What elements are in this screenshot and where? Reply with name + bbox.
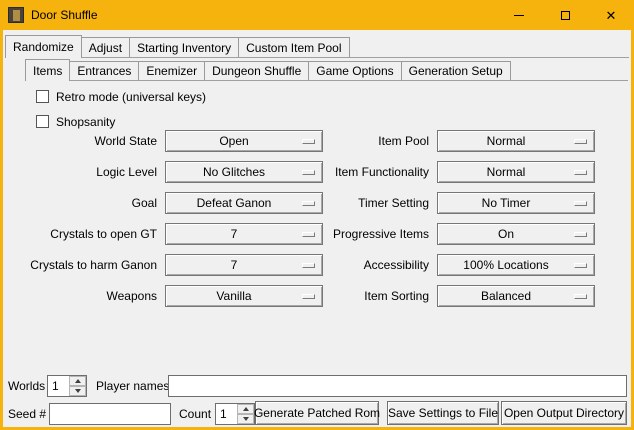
worlds-spin-down-icon[interactable] xyxy=(69,386,86,396)
accessibility-dropdown[interactable]: 100% Locations xyxy=(437,254,595,276)
crystals-harm-ganon-label: Crystals to harm Ganon xyxy=(7,258,165,272)
world-state-label: World State xyxy=(7,134,165,148)
world-state-value: Open xyxy=(219,134,268,148)
worlds-label: Worlds xyxy=(8,379,45,393)
weapons-value: Vanilla xyxy=(216,289,271,303)
tab-game-options[interactable]: Game Options xyxy=(308,61,401,80)
worlds-spinner-arrows xyxy=(69,376,86,396)
item-pool-label: Item Pool xyxy=(285,134,437,148)
tab-enemizer[interactable]: Enemizer xyxy=(138,61,205,80)
count-spinner-arrows xyxy=(237,404,254,424)
progressive-items-dropdown[interactable]: On xyxy=(437,223,595,245)
logic-level-label: Logic Level xyxy=(7,165,165,179)
app-window: Door Shuffle ✕ Randomize Adjust Starting… xyxy=(0,0,634,430)
timer-setting-dropdown[interactable]: No Timer xyxy=(437,192,595,214)
count-label: Count xyxy=(179,407,211,421)
accessibility-value: 100% Locations xyxy=(463,258,568,272)
tab-generation-setup[interactable]: Generation Setup xyxy=(401,61,511,80)
dropdown-indicator-icon xyxy=(574,232,587,237)
item-functionality-dropdown[interactable]: Normal xyxy=(437,161,595,183)
worlds-value: 1 xyxy=(52,376,59,396)
seed-label: Seed # xyxy=(8,407,46,421)
crystals-open-gt-row: Crystals to open GT 7 xyxy=(7,223,327,245)
crystals-harm-ganon-row: Crystals to harm Ganon 7 xyxy=(7,254,327,276)
count-spinbox[interactable]: 1 xyxy=(215,403,255,425)
item-pool-row: Item Pool Normal xyxy=(285,130,595,152)
tab-entrances[interactable]: Entrances xyxy=(69,61,139,80)
timer-setting-value: No Timer xyxy=(482,196,551,210)
retro-mode-checkbox[interactable] xyxy=(36,90,49,103)
tab-randomize[interactable]: Randomize xyxy=(5,35,82,58)
dropdown-indicator-icon xyxy=(574,201,587,206)
options-left-column: World State Open Logic Level No Glitches… xyxy=(7,130,327,316)
open-output-directory-button[interactable]: Open Output Directory xyxy=(501,401,627,425)
item-functionality-row: Item Functionality Normal xyxy=(285,161,595,183)
inner-tab-bar: Items Entrances Enemizer Dungeon Shuffle… xyxy=(25,59,511,81)
goal-value: Defeat Ganon xyxy=(197,196,292,210)
save-settings-button[interactable]: Save Settings to File xyxy=(387,401,499,425)
count-spin-down-icon[interactable] xyxy=(237,414,254,424)
progressive-items-value: On xyxy=(498,227,534,241)
timer-setting-row: Timer Setting No Timer xyxy=(285,192,595,214)
shopsanity-checkbox[interactable] xyxy=(36,115,49,128)
app-icon[interactable] xyxy=(8,7,24,23)
window-controls: ✕ xyxy=(496,0,634,30)
player-names-label: Player names xyxy=(96,379,169,393)
goal-row: Goal Defeat Ganon xyxy=(7,192,327,214)
retro-mode-label: Retro mode (universal keys) xyxy=(56,90,206,104)
progressive-items-row: Progressive Items On xyxy=(285,223,595,245)
top-tab-bar: Randomize Adjust Starting Inventory Cust… xyxy=(5,35,350,58)
weapons-row: Weapons Vanilla xyxy=(7,285,327,307)
window-content: Randomize Adjust Starting Inventory Cust… xyxy=(3,30,631,427)
shopsanity-row: Shopsanity xyxy=(36,114,115,129)
crystals-harm-ganon-value: 7 xyxy=(231,258,258,272)
maximize-button[interactable] xyxy=(542,0,588,30)
timer-setting-label: Timer Setting xyxy=(285,196,437,210)
item-functionality-label: Item Functionality xyxy=(285,165,437,179)
accessibility-row: Accessibility 100% Locations xyxy=(285,254,595,276)
dropdown-indicator-icon xyxy=(574,139,587,144)
logic-level-value: No Glitches xyxy=(203,165,285,179)
close-button[interactable]: ✕ xyxy=(588,0,634,30)
item-sorting-value: Balanced xyxy=(481,289,551,303)
item-pool-dropdown[interactable]: Normal xyxy=(437,130,595,152)
item-pool-value: Normal xyxy=(487,134,546,148)
minimize-button[interactable] xyxy=(496,0,542,30)
generate-patched-rom-button[interactable]: Generate Patched Rom xyxy=(255,401,379,425)
maximize-icon xyxy=(561,11,570,20)
logic-level-row: Logic Level No Glitches xyxy=(7,161,327,183)
count-spin-up-icon[interactable] xyxy=(237,404,254,414)
tab-items[interactable]: Items xyxy=(25,59,70,81)
tab-adjust[interactable]: Adjust xyxy=(81,37,130,57)
seed-input[interactable] xyxy=(49,403,171,425)
progressive-items-label: Progressive Items xyxy=(285,227,437,241)
worlds-spinbox[interactable]: 1 xyxy=(47,375,87,397)
world-state-row: World State Open xyxy=(7,130,327,152)
crystals-open-gt-label: Crystals to open GT xyxy=(7,227,165,241)
player-names-input[interactable] xyxy=(168,375,627,397)
item-sorting-label: Item Sorting xyxy=(285,289,437,303)
crystals-open-gt-value: 7 xyxy=(231,227,258,241)
goal-label: Goal xyxy=(7,196,165,210)
dropdown-indicator-icon xyxy=(574,263,587,268)
item-sorting-row: Item Sorting Balanced xyxy=(285,285,595,307)
tab-starting-inventory[interactable]: Starting Inventory xyxy=(129,37,239,57)
item-sorting-dropdown[interactable]: Balanced xyxy=(437,285,595,307)
tab-dungeon-shuffle[interactable]: Dungeon Shuffle xyxy=(204,61,309,80)
worlds-spin-up-icon[interactable] xyxy=(69,376,86,386)
weapons-label: Weapons xyxy=(7,289,165,303)
dropdown-indicator-icon xyxy=(574,170,587,175)
shopsanity-label: Shopsanity xyxy=(56,115,115,129)
close-icon: ✕ xyxy=(606,9,617,22)
title-bar: Door Shuffle ✕ xyxy=(0,0,634,30)
item-functionality-value: Normal xyxy=(487,165,546,179)
window-title: Door Shuffle xyxy=(31,8,98,22)
accessibility-label: Accessibility xyxy=(285,258,437,272)
tab-custom-item-pool[interactable]: Custom Item Pool xyxy=(238,37,349,57)
dropdown-indicator-icon xyxy=(574,294,587,299)
minimize-icon xyxy=(514,15,524,16)
retro-mode-row: Retro mode (universal keys) xyxy=(36,89,206,104)
options-right-column: Item Pool Normal Item Functionality Norm… xyxy=(285,130,595,316)
count-value: 1 xyxy=(220,404,227,424)
